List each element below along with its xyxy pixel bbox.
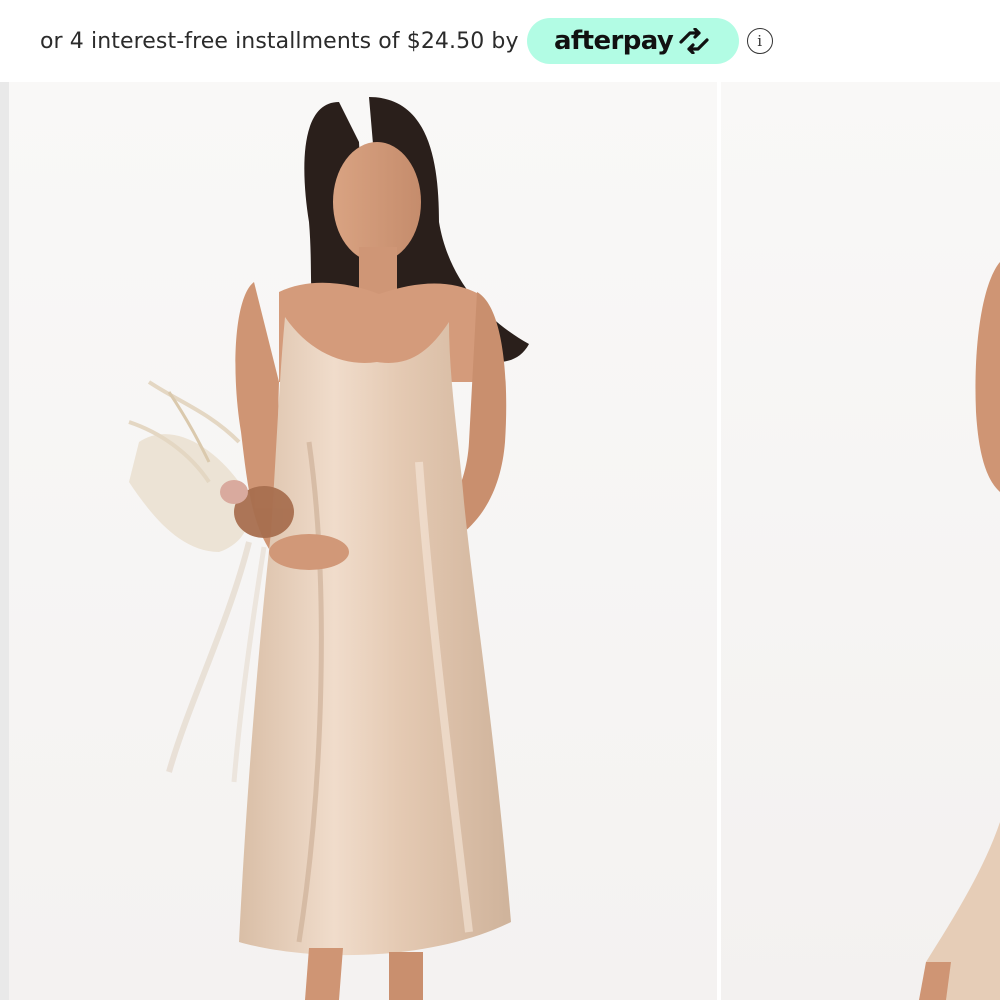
info-icon-glyph: i <box>757 32 762 50</box>
product-image-gallery <box>0 82 1000 1000</box>
product-image-secondary[interactable] <box>721 82 1000 1000</box>
model-photo-main <box>128 97 529 1000</box>
gallery-edge <box>0 82 9 1000</box>
info-icon[interactable]: i <box>746 28 773 54</box>
product-image-main[interactable] <box>9 82 717 1000</box>
model-photo-secondary <box>919 262 1000 1000</box>
afterpay-logo-text: afterpay <box>553 26 674 56</box>
afterpay-arrows-icon <box>679 28 709 54</box>
installments-text: or 4 interest-free installments of $24.5… <box>40 28 519 54</box>
afterpay-installments-bar: or 4 interest-free installments of $24.5… <box>0 0 1000 82</box>
afterpay-badge[interactable]: afterpay <box>526 18 739 64</box>
